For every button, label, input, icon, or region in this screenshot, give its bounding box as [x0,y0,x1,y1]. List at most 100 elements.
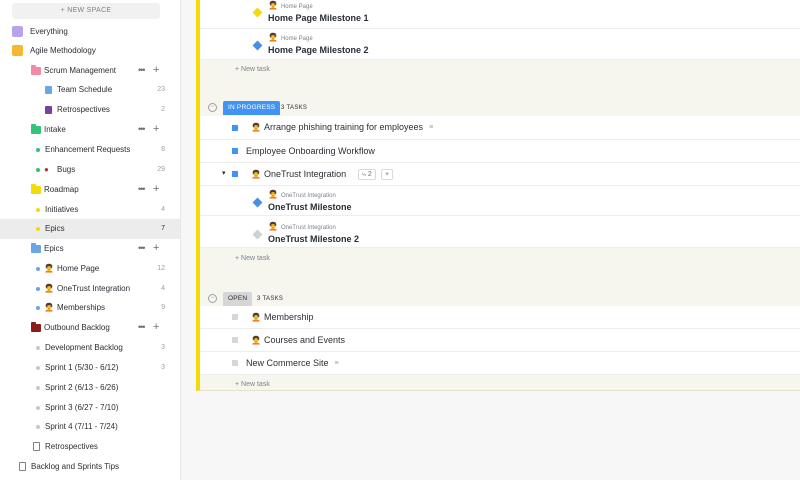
status-dot-icon [36,227,40,231]
new-task-button[interactable]: + New task [235,381,270,388]
sidebar-list-sprint-4[interactable]: Sprint 4 (7/11 - 7/24) [0,417,180,437]
status-badge[interactable]: OPEN [223,292,253,306]
status-dot-icon [36,366,40,370]
task-name[interactable]: Membership [264,312,314,322]
description-icon: ≡ [429,124,434,132]
task-name[interactable]: Courses and Events [264,335,345,345]
expand-caret-icon[interactable]: ▾ [222,169,226,177]
add-icon[interactable]: + [153,179,159,199]
status-dot-icon [36,287,40,291]
task-parent: 🧑‍🦱 Home Page [268,1,313,10]
sidebar-list-retrospectives[interactable]: Retrospectives 2 [0,100,180,120]
more-icon[interactable]: ••• [138,317,146,337]
new-space-button[interactable]: + NEW SPACE [12,3,160,19]
sidebar-doc-backlog-tips[interactable]: Backlog and Sprints Tips [0,457,180,477]
task-row-membership[interactable]: 🧑‍🦱 Membership [200,306,800,329]
status-badge[interactable]: IN PROGRESS [223,101,281,115]
more-icon[interactable]: ••• [138,60,146,80]
collapse-group-icon[interactable]: − [208,294,217,303]
task-count: 3 TASKS [281,105,308,111]
list-count: 3 [161,364,165,371]
folder-icon [31,322,41,332]
parent-label: OneTrust Integration [280,193,336,199]
list-count: 29 [157,166,165,173]
task-name[interactable]: Home Page Milestone 2 [268,45,369,55]
add-icon[interactable]: + [153,317,159,337]
task-row-home-page-milestone-1[interactable]: 🧑‍🦱 Home Page Home Page Milestone 1 [200,0,800,29]
list-count: 2 [161,106,165,113]
sidebar-folder-outbound-backlog[interactable]: Outbound Backlog ••• + [0,317,180,338]
task-name[interactable]: OneTrust Integration [264,169,346,179]
task-count: 3 TASKS [257,296,284,302]
subtask-count[interactable]: ⤷ 2 [358,169,376,180]
parent-label: Home Page [280,36,313,42]
sidebar-folder-scrum[interactable]: Scrum Management ••• + [0,60,180,81]
milestone-diamond-icon [252,7,263,18]
task-row-new-commerce-site[interactable]: New Commerce Site ≡ [200,352,800,375]
task-name[interactable]: OneTrust Milestone 2 [268,234,359,244]
sidebar-list-home-page[interactable]: 🧑‍🦱 Home Page 12 [0,259,180,279]
avatar-icon: 🧑‍🦱 [251,170,261,179]
calendar-icon [45,86,52,94]
task-name[interactable]: Home Page Milestone 1 [268,13,369,23]
folder-label: Outbound Backlog [44,323,110,332]
sidebar-folder-intake[interactable]: Intake ••• + [0,119,180,140]
sidebar-list-onetrust[interactable]: 🧑‍🦱 OneTrust Integration 4 [0,279,180,299]
avatar-icon: 🧑‍🦱 [44,264,54,273]
sidebar-list-epics-selected[interactable]: Epics 7 [0,219,180,239]
list-count: 4 [161,285,165,292]
folder-label: Intake [44,125,66,134]
list-label: Home Page [57,264,100,273]
sidebar-list-team-schedule[interactable]: Team Schedule 23 [0,80,180,100]
folder-icon [31,124,41,134]
document-icon [19,462,26,471]
sidebar-list-memberships[interactable]: 🧑‍🦱 Memberships 9 [0,298,180,318]
task-row-onetrust-milestone[interactable]: 🧑‍🦱 OneTrust Integration OneTrust Milesto… [200,186,800,216]
sidebar-list-sprint-1[interactable]: Sprint 1 (5/30 - 6/12) 3 [0,358,180,378]
sidebar-list-enhancement-requests[interactable]: Enhancement Requests 8 [0,140,180,160]
task-name[interactable]: Employee Onboarding Workflow [246,146,375,156]
avatar-icon: 🧑‍🦱 [268,190,278,199]
add-icon[interactable]: + [153,119,159,139]
more-icon[interactable]: ••• [138,179,146,199]
sidebar-list-sprint-2[interactable]: Sprint 2 (6/13 - 6/26) [0,378,180,398]
list-count: 3 [161,344,165,351]
list-count: 9 [161,304,165,311]
document-icon [33,442,40,451]
add-icon[interactable]: + [153,60,159,80]
milestone-diamond-icon [252,197,263,208]
collapse-group-icon[interactable]: − [208,103,217,112]
sidebar-folder-roadmap[interactable]: Roadmap ••• + [0,179,180,200]
task-row-onetrust-integration[interactable]: ▾ 🧑‍🦱 OneTrust Integration ⤷ 2 + [200,163,800,186]
sidebar-list-sprint-3[interactable]: Sprint 3 (6/27 - 7/10) [0,398,180,418]
more-icon[interactable]: ••• [138,238,146,258]
grid-icon [12,26,23,37]
list-label: Retrospectives [57,105,110,114]
task-row-onetrust-milestone-2[interactable]: 🧑‍🦱 OneTrust Integration OneTrust Milesto… [200,216,800,248]
task-name[interactable]: Arrange phishing training for employees [264,122,423,132]
status-square-icon [232,125,238,131]
sidebar-list-initiatives[interactable]: Initiatives 4 [0,200,180,220]
task-name[interactable]: New Commerce Site [246,358,329,368]
milestone-diamond-icon [252,40,263,51]
task-row-employee-onboarding[interactable]: Employee Onboarding Workflow [200,140,800,163]
sidebar-space-agile[interactable]: Agile Methodology [0,41,180,61]
task-row-courses-events[interactable]: 🧑‍🦱 Courses and Events [200,329,800,352]
task-row-phishing-training[interactable]: 🧑‍🦱 Arrange phishing training for employe… [200,116,800,140]
list-label: Sprint 3 (6/27 - 7/10) [45,403,119,412]
sidebar-folder-epics[interactable]: Epics ••• + [0,238,180,259]
list-label: Sprint 2 (6/13 - 6/26) [45,383,119,392]
task-row-home-page-milestone-2[interactable]: 🧑‍🦱 Home Page Home Page Milestone 2 [200,29,800,60]
sidebar-list-development-backlog[interactable]: Development Backlog 3 [0,338,180,358]
list-label: Enhancement Requests [45,145,131,154]
add-icon[interactable]: + [153,238,159,258]
new-task-button[interactable]: + New task [235,66,270,73]
task-name[interactable]: OneTrust Milestone [268,202,352,212]
sidebar-item-everything[interactable]: Everything [0,22,180,42]
more-icon[interactable]: ••• [138,119,146,139]
sidebar-doc-retrospectives[interactable]: Retrospectives [0,437,180,457]
sidebar-list-bugs[interactable]: ● Bugs 29 [0,160,180,180]
new-task-button[interactable]: + New task [235,255,270,262]
list-count: 8 [161,146,165,153]
add-subtask-button[interactable]: + [381,169,394,180]
